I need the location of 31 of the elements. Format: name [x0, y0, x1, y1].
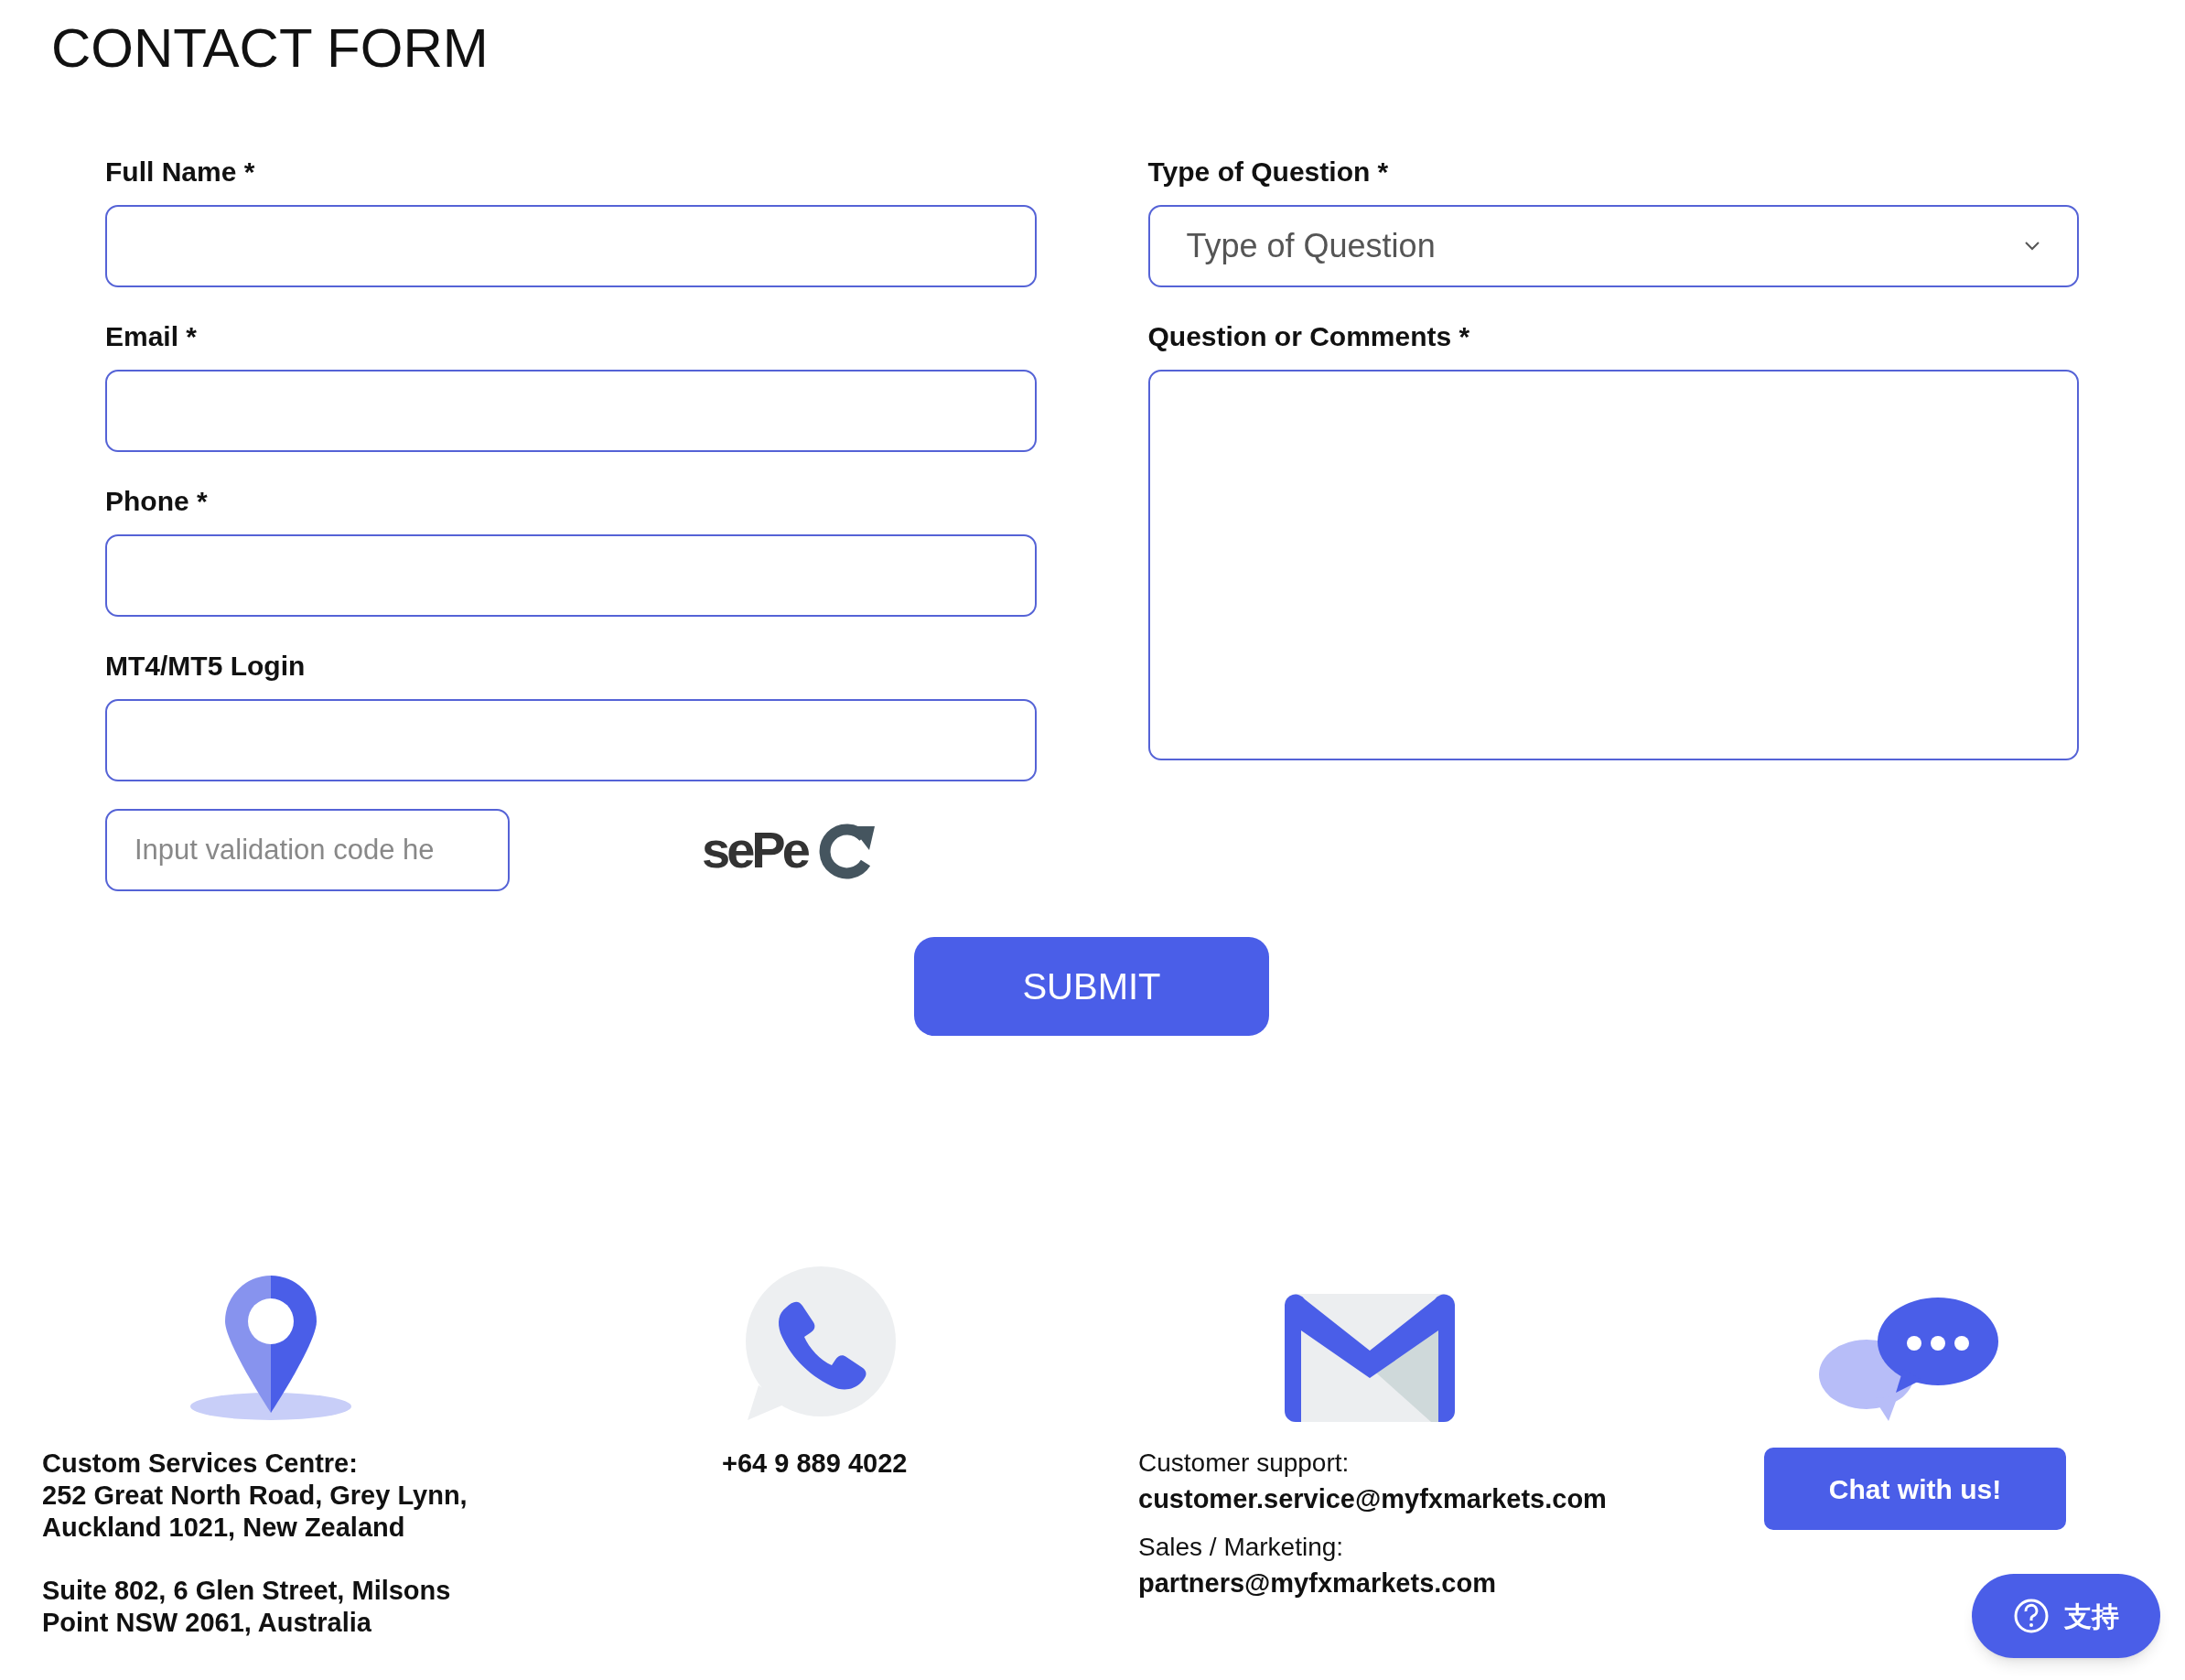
- chat-bubbles-icon: [1819, 1298, 1998, 1422]
- field-label: Question or Comments *: [1147, 320, 1471, 353]
- support-button[interactable]: 支持: [1972, 1574, 2160, 1658]
- contact-label: Sales / Marketing:: [1138, 1532, 1345, 1563]
- text-input-field[interactable]: [105, 205, 1037, 287]
- field-label: Full Name *: [105, 156, 256, 188]
- submit-button[interactable]: SUBMIT: [914, 937, 1269, 1036]
- refresh-icon[interactable]: [817, 821, 877, 879]
- address-text: Custom Services Centre: 252 Great North Road, Grey Lynn, Auckland 1021, New Zealand: [42, 1448, 468, 1544]
- select-value: Type of Question: [1186, 226, 1436, 266]
- captcha-input-field[interactable]: Input validation code he: [105, 809, 510, 891]
- text-input-field[interactable]: [105, 699, 1037, 781]
- map-pin-icon: [188, 1274, 353, 1422]
- field-label: Email *: [105, 320, 199, 353]
- text-input-field[interactable]: [105, 534, 1037, 617]
- captcha-code: sePe: [702, 820, 807, 880]
- contact-label: Customer support:: [1138, 1448, 1351, 1479]
- field-label: Phone *: [105, 485, 209, 518]
- email-address: partners@myfxmarkets.com: [1138, 1567, 1497, 1599]
- email-address: customer.service@myfxmarkets.com: [1138, 1483, 1608, 1515]
- mail-icon: [1285, 1294, 1455, 1422]
- field-label: MT4/MT5 Login: [105, 650, 307, 683]
- chevron-down-icon: [2024, 241, 2040, 252]
- text-input-field[interactable]: [105, 370, 1037, 452]
- help-icon: [2013, 1598, 2050, 1634]
- chat-button[interactable]: Chat with us!: [1764, 1448, 2066, 1530]
- field-label: Type of Question *: [1147, 156, 1390, 188]
- question-type-select[interactable]: Type of Question: [1147, 205, 2079, 287]
- address-text: Suite 802, 6 Glen Street, Milsons Point NSW 2061, Australia: [42, 1575, 452, 1639]
- page-title: CONTACT FORM: [51, 16, 489, 81]
- phone-number: +64 9 889 4022: [722, 1448, 909, 1480]
